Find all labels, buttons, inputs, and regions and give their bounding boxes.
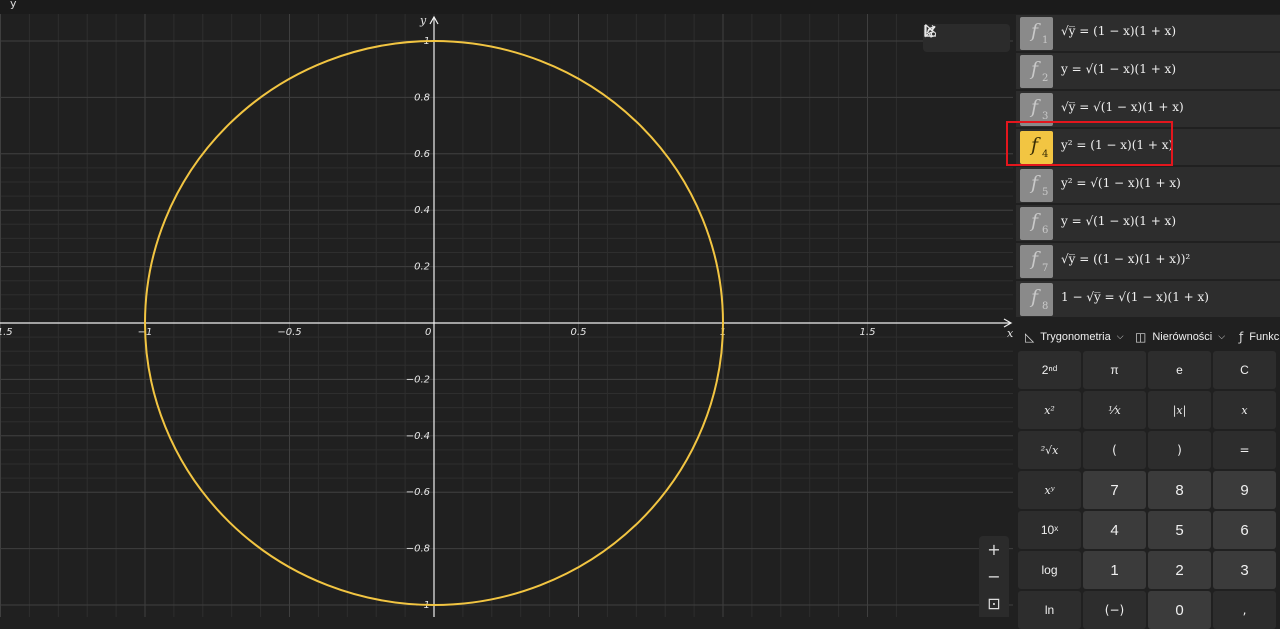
- chevron-down-icon: ⌵: [1116, 332, 1124, 342]
- y-tick-label: 0.4: [414, 205, 430, 216]
- function-letter: f: [1031, 286, 1039, 308]
- zoom-controls: + − ⊡: [979, 536, 1009, 617]
- key-1-3[interactable]: x: [1213, 391, 1276, 429]
- x-tick-label: −1.5: [0, 327, 13, 338]
- function-row-f1[interactable]: f 1 √y̅ = (1 − x)(1 + x): [1016, 15, 1280, 51]
- key-3-1[interactable]: 7: [1083, 471, 1146, 509]
- tab-functions[interactable]: ƒ Funkc: [1239, 322, 1279, 352]
- function-index: 1: [1042, 35, 1049, 46]
- chevron-down-icon: ⌵: [1218, 332, 1226, 342]
- annotation-highlight-box: [1006, 121, 1173, 166]
- right-panel: f 1 √y̅ = (1 − x)(1 + x) f 2 y = √(1 − x)(1 +…: [1013, 14, 1280, 629]
- function-row-f5[interactable]: f 5 y² = √(1 − x)(1 + x): [1016, 167, 1280, 203]
- function-row-f6[interactable]: f6 y = √(1 − x)(1 + x): [1016, 205, 1280, 241]
- key-6-0[interactable]: ln: [1018, 591, 1081, 629]
- function-row-f7[interactable]: f 7 √y̅ = ((1 − x)(1 + x))²: [1016, 243, 1280, 279]
- key-5-0[interactable]: log: [1018, 551, 1081, 589]
- zoom-in-button[interactable]: +: [979, 536, 1009, 563]
- key-3-3[interactable]: 9: [1213, 471, 1276, 509]
- x-tick-label: 1.5: [860, 327, 876, 338]
- key-5-3[interactable]: 3: [1213, 551, 1276, 589]
- key-2-2[interactable]: ): [1148, 431, 1211, 469]
- function-badge[interactable]: f2: [1020, 55, 1053, 88]
- function-badge[interactable]: f5: [1020, 169, 1053, 202]
- function-expression[interactable]: y = √(1 − x)(1 + x): [1061, 62, 1176, 76]
- function-index: 7: [1042, 263, 1049, 274]
- tab-label: Funkc: [1249, 331, 1280, 343]
- function-expression[interactable]: y = √(1 − x)(1 + x): [1061, 214, 1176, 228]
- y-tick-label: −0.4: [406, 431, 430, 442]
- x-tick-label: 0: [425, 327, 431, 338]
- key-6-2[interactable]: 0: [1148, 591, 1211, 629]
- function-row-f2[interactable]: f2 y = √(1 − x)(1 + x): [1016, 53, 1280, 89]
- function-expression[interactable]: √y̅ = (1 − x)(1 + x): [1061, 24, 1176, 38]
- function-expression[interactable]: 1 − √y̅ = √(1 − x)(1 + x): [1061, 290, 1209, 304]
- graph-canvas[interactable]: xy−1.5−1−0.500.511.510.80.60.40.2−0.2−0.…: [0, 14, 1013, 617]
- function-badge[interactable]: f6: [1020, 207, 1053, 240]
- x-tick-label: −0.5: [277, 327, 301, 338]
- title-bar: y: [0, 0, 1280, 14]
- function-expression[interactable]: y² = √(1 − x)(1 + x): [1061, 176, 1181, 190]
- function-icon: ƒ: [1239, 330, 1244, 344]
- key-2-1[interactable]: (: [1083, 431, 1146, 469]
- x-tick-label: 0.5: [571, 327, 587, 338]
- key-0-0[interactable]: 2ⁿᵈ: [1018, 351, 1081, 389]
- key-4-2[interactable]: 5: [1148, 511, 1211, 549]
- y-tick-label: 0.6: [414, 149, 430, 160]
- function-index: 5: [1042, 187, 1049, 198]
- function-badge[interactable]: f1: [1020, 17, 1053, 50]
- function-row-f8[interactable]: f8 1 − √y̅ = √(1 − x)(1 + x): [1016, 281, 1280, 317]
- zoom-out-button[interactable]: −: [979, 563, 1009, 590]
- function-letter: f: [1031, 58, 1039, 80]
- key-3-2[interactable]: 8: [1148, 471, 1211, 509]
- y-tick-label: −0.2: [406, 374, 430, 385]
- function-letter: f: [1031, 210, 1039, 232]
- function-expression[interactable]: √y̅ = √(1 − x)(1 + x): [1061, 100, 1184, 114]
- function-letter: f: [1031, 248, 1039, 270]
- key-2-3[interactable]: =: [1213, 431, 1276, 469]
- function-index: 6: [1042, 225, 1049, 236]
- key-3-0[interactable]: xʸ: [1018, 471, 1081, 509]
- function-index: 2: [1042, 73, 1049, 84]
- share-icon[interactable]: [924, 24, 981, 52]
- tab-label: Nierówności: [1152, 331, 1213, 343]
- graph-settings-icon[interactable]: [924, 24, 1010, 52]
- key-6-1[interactable]: (−): [1083, 591, 1146, 629]
- y-tick-label: −0.8: [406, 544, 430, 555]
- tab-trigonometry[interactable]: ◺ Trygonometria ⌵: [1025, 322, 1124, 352]
- key-5-2[interactable]: 2: [1148, 551, 1211, 589]
- function-expression[interactable]: √y̅ = ((1 − x)(1 + x))²: [1061, 252, 1190, 266]
- function-letter: f: [1031, 96, 1039, 118]
- key-0-1[interactable]: π: [1083, 351, 1146, 389]
- key-4-3[interactable]: 6: [1213, 511, 1276, 549]
- key-1-0[interactable]: x²: [1018, 391, 1081, 429]
- key-1-1[interactable]: ¹⁄x: [1083, 391, 1146, 429]
- function-index: 8: [1042, 301, 1049, 312]
- key-6-3[interactable]: ,: [1213, 591, 1276, 629]
- function-badge[interactable]: f8: [1020, 283, 1053, 316]
- key-1-2[interactable]: |x|: [1148, 391, 1211, 429]
- y-tick-label: 0.2: [414, 262, 430, 273]
- y-tick-label: −0.6: [406, 487, 430, 498]
- key-2-0[interactable]: ²√x: [1018, 431, 1081, 469]
- triangle-icon: ◺: [1025, 330, 1035, 344]
- key-0-3[interactable]: C: [1213, 351, 1276, 389]
- key-4-0[interactable]: 10ˣ: [1018, 511, 1081, 549]
- fit-to-screen-button[interactable]: ⊡: [979, 590, 1009, 617]
- key-4-1[interactable]: 4: [1083, 511, 1146, 549]
- graph-toolbar: [923, 24, 1010, 52]
- keypad: 2ⁿᵈ π e Cx² ¹⁄x |x| x ²√x() = xʸ 7 8 9 10ˣ 4 5 6 log 1 2 3 ln…: [1018, 351, 1280, 629]
- tab-inequalities[interactable]: ◫ Nierówności ⌵: [1135, 322, 1225, 352]
- inequality-icon: ◫: [1135, 330, 1147, 344]
- y-tick-label: 0.8: [414, 92, 430, 103]
- tab-label: Trygonometria: [1040, 331, 1111, 343]
- function-letter: f: [1031, 20, 1039, 42]
- function-badge[interactable]: f7: [1020, 245, 1053, 278]
- y-axis-label: y: [419, 14, 427, 27]
- key-5-1[interactable]: 1: [1083, 551, 1146, 589]
- function-letter: f: [1031, 172, 1039, 194]
- keypad-tabs: ◺ Trygonometria ⌵ ◫ Nierówności ⌵ ƒ Funk…: [1013, 322, 1280, 352]
- graph-plot[interactable]: xy−1.5−1−0.500.511.510.80.60.40.2−0.2−0.…: [0, 14, 1013, 617]
- key-0-2[interactable]: e: [1148, 351, 1211, 389]
